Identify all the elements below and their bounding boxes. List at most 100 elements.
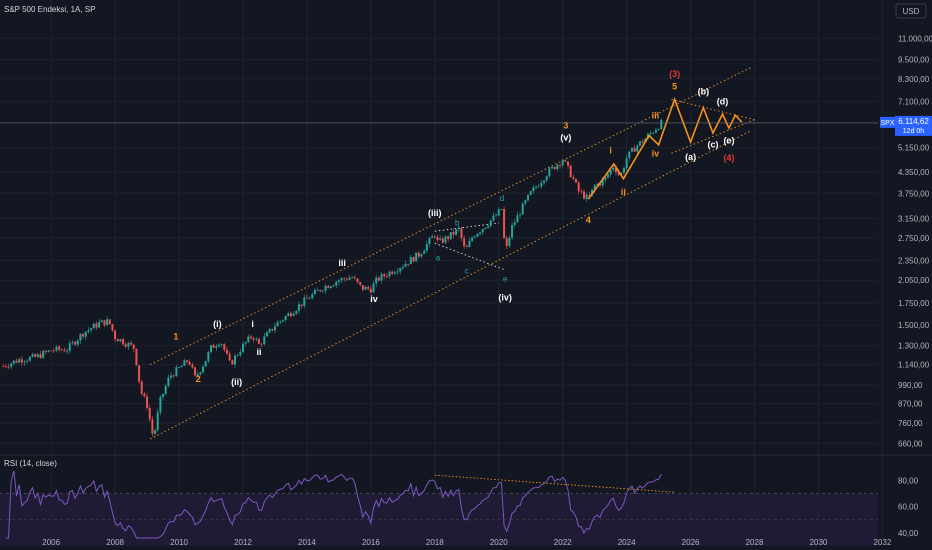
price-tag-value: 6.114,62 xyxy=(898,117,929,126)
time-tick-label: 2028 xyxy=(746,538,764,547)
time-tick-label: 2014 xyxy=(298,538,316,547)
candle-body xyxy=(223,344,226,350)
candle-body xyxy=(425,243,428,251)
candle-body xyxy=(140,381,143,394)
rsi-tick-label: 40,00 xyxy=(898,529,919,538)
wave-label: (c) xyxy=(707,140,718,150)
candle-body xyxy=(58,346,61,350)
candle-body xyxy=(116,339,119,342)
wave-label: ii xyxy=(256,347,261,357)
currency-label: USD xyxy=(903,7,920,16)
price-tick-label: 2.350,00 xyxy=(898,257,930,266)
candle-body xyxy=(74,341,77,345)
candle-body xyxy=(431,236,434,238)
rsi-title[interactable]: RSI (14, close) xyxy=(4,459,57,468)
candle-body xyxy=(444,236,447,243)
candle-body xyxy=(87,330,90,332)
candle-body xyxy=(287,313,290,317)
candle-body xyxy=(391,271,394,274)
candle-body xyxy=(396,271,399,273)
candle-body xyxy=(519,214,522,216)
candle-body xyxy=(268,328,271,333)
candle-body xyxy=(385,276,388,277)
candle-body xyxy=(175,367,178,377)
candle-body xyxy=(151,419,154,434)
candle-body xyxy=(572,177,575,179)
wave-label: (e) xyxy=(723,135,734,145)
candle-body xyxy=(415,252,418,262)
price-tag-countdown: 12d 0h xyxy=(903,128,925,135)
symbol-title[interactable]: S&P 500 Endeksi, 1A, SP xyxy=(4,5,95,14)
wave-label: i xyxy=(609,145,612,155)
wave-label: (i) xyxy=(213,319,222,329)
candle-body xyxy=(319,289,322,292)
candle-body xyxy=(633,147,636,152)
candle-body xyxy=(399,268,402,272)
time-tick-label: 2030 xyxy=(810,538,828,547)
candle-body xyxy=(42,351,45,358)
wave-label: d xyxy=(500,194,504,203)
candle-body xyxy=(559,164,562,166)
candle-body xyxy=(55,346,58,351)
candle-body xyxy=(148,407,151,420)
time-tick-label: 2022 xyxy=(554,538,572,547)
candle-body xyxy=(551,166,554,169)
candle-body xyxy=(372,283,375,293)
chart-canvas[interactable]: 12(i)(ii)iiiiiiiv(iii)abcde(iv)3(v)4iiii… xyxy=(0,0,932,550)
candle-body xyxy=(154,430,157,434)
candle-body xyxy=(135,348,138,366)
candle-body xyxy=(369,288,372,293)
candle-body xyxy=(556,164,559,170)
candle-body xyxy=(180,365,183,368)
wave-label: (b) xyxy=(698,86,710,96)
candle-body xyxy=(321,290,324,292)
candle-body xyxy=(345,278,348,280)
candle-body xyxy=(569,165,572,178)
candle-body xyxy=(606,174,609,178)
candle-body xyxy=(295,310,298,314)
candle-body xyxy=(487,225,490,228)
wave-label: (ii) xyxy=(231,377,242,387)
price-tick-label: 2.050,00 xyxy=(898,276,930,285)
candle-body xyxy=(460,227,463,239)
candle-body xyxy=(388,271,391,277)
time-tick-label: 2026 xyxy=(682,538,700,547)
candle-body xyxy=(76,340,79,345)
price-tick-label: 760,00 xyxy=(898,419,923,428)
candle-body xyxy=(231,360,234,365)
price-tick-label: 3.750,00 xyxy=(898,189,930,198)
candle-body xyxy=(79,334,82,341)
wave-label: iii xyxy=(652,111,660,121)
price-tick-label: 7.100,00 xyxy=(898,97,930,106)
candle-body xyxy=(130,342,133,345)
candle-body xyxy=(239,352,242,355)
candle-body xyxy=(172,375,175,377)
candle-body xyxy=(564,160,567,162)
time-tick-label: 2010 xyxy=(170,538,188,547)
candle-body xyxy=(191,364,194,368)
candle-body xyxy=(146,396,149,408)
wave-label: 4 xyxy=(586,215,591,225)
candle-body xyxy=(484,227,487,229)
candle-body xyxy=(263,336,266,345)
candle-body xyxy=(652,132,655,134)
candle-body xyxy=(447,236,450,239)
price-tick-label: 4.350,00 xyxy=(898,168,930,177)
time-tick-label: 2032 xyxy=(874,538,892,547)
candle-body xyxy=(284,316,287,321)
candle-body xyxy=(215,346,218,348)
currency-button[interactable]: USD xyxy=(895,3,927,19)
price-tick-label: 1.750,00 xyxy=(898,299,930,308)
wave-label: 1 xyxy=(173,331,178,341)
candle-body xyxy=(114,330,117,340)
candle-body xyxy=(63,349,66,352)
candle-body xyxy=(18,359,21,363)
time-tick-label: 2006 xyxy=(42,538,60,547)
candle-body xyxy=(218,345,221,347)
candle-body xyxy=(143,393,146,397)
candle-body xyxy=(463,238,466,247)
candle-body xyxy=(630,147,633,152)
candle-body xyxy=(423,250,426,254)
candle-body xyxy=(537,186,540,188)
price-tick-label: 8.300,00 xyxy=(898,75,930,84)
